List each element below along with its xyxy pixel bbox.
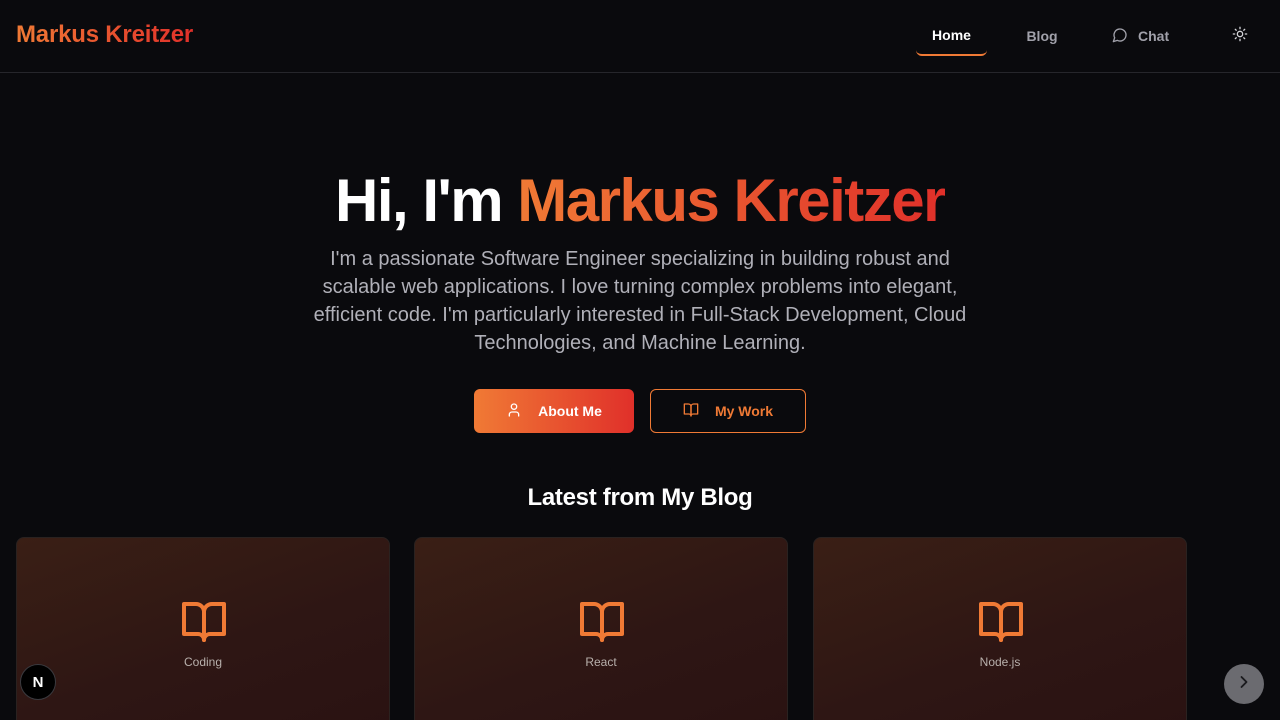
- nav-chat-link[interactable]: Chat: [1104, 17, 1177, 55]
- about-me-label: About Me: [538, 403, 602, 419]
- book-open-icon: [683, 402, 699, 421]
- hero-name: Markus Kreitzer: [517, 167, 946, 234]
- user-icon: [506, 402, 522, 421]
- blog-card-tag: Coding: [183, 655, 223, 669]
- message-circle-icon: [1112, 27, 1128, 46]
- sun-icon: [1232, 26, 1248, 47]
- hero-title: Hi, I'm Markus Kreitzer: [0, 166, 1280, 235]
- nextjs-dev-badge[interactable]: N: [20, 664, 56, 700]
- book-open-icon: [180, 598, 228, 646]
- nav-blog-link[interactable]: Blog: [1012, 17, 1072, 55]
- about-me-button[interactable]: About Me: [474, 389, 634, 433]
- my-work-label: My Work: [714, 403, 774, 419]
- nav-home-link[interactable]: Home: [916, 16, 987, 56]
- theme-toggle-button[interactable]: [1226, 22, 1254, 50]
- my-work-button[interactable]: My Work: [650, 389, 806, 433]
- book-open-icon: [977, 598, 1025, 646]
- blog-card-tag: React: [585, 655, 617, 669]
- blog-card-nodejs[interactable]: Node.js: [813, 537, 1187, 720]
- site-brand[interactable]: Markus Kreitzer: [16, 21, 193, 49]
- blog-card-coding[interactable]: Coding: [16, 537, 390, 720]
- nav-chat-label: Chat: [1138, 28, 1170, 44]
- site-header: Markus Kreitzer Home Blog Chat: [0, 0, 1280, 73]
- blog-card-tag: Node.js: [979, 655, 1021, 669]
- blog-card-react[interactable]: React: [414, 537, 788, 720]
- chevron-right-icon: [1234, 672, 1254, 697]
- hero-greeting: Hi, I'm: [335, 167, 518, 234]
- carousel-next-button[interactable]: [1224, 664, 1264, 704]
- hero-description: I'm a passionate Software Engineer speci…: [313, 248, 967, 354]
- blog-section-heading: Latest from My Blog: [527, 484, 753, 511]
- book-open-icon: [578, 598, 626, 646]
